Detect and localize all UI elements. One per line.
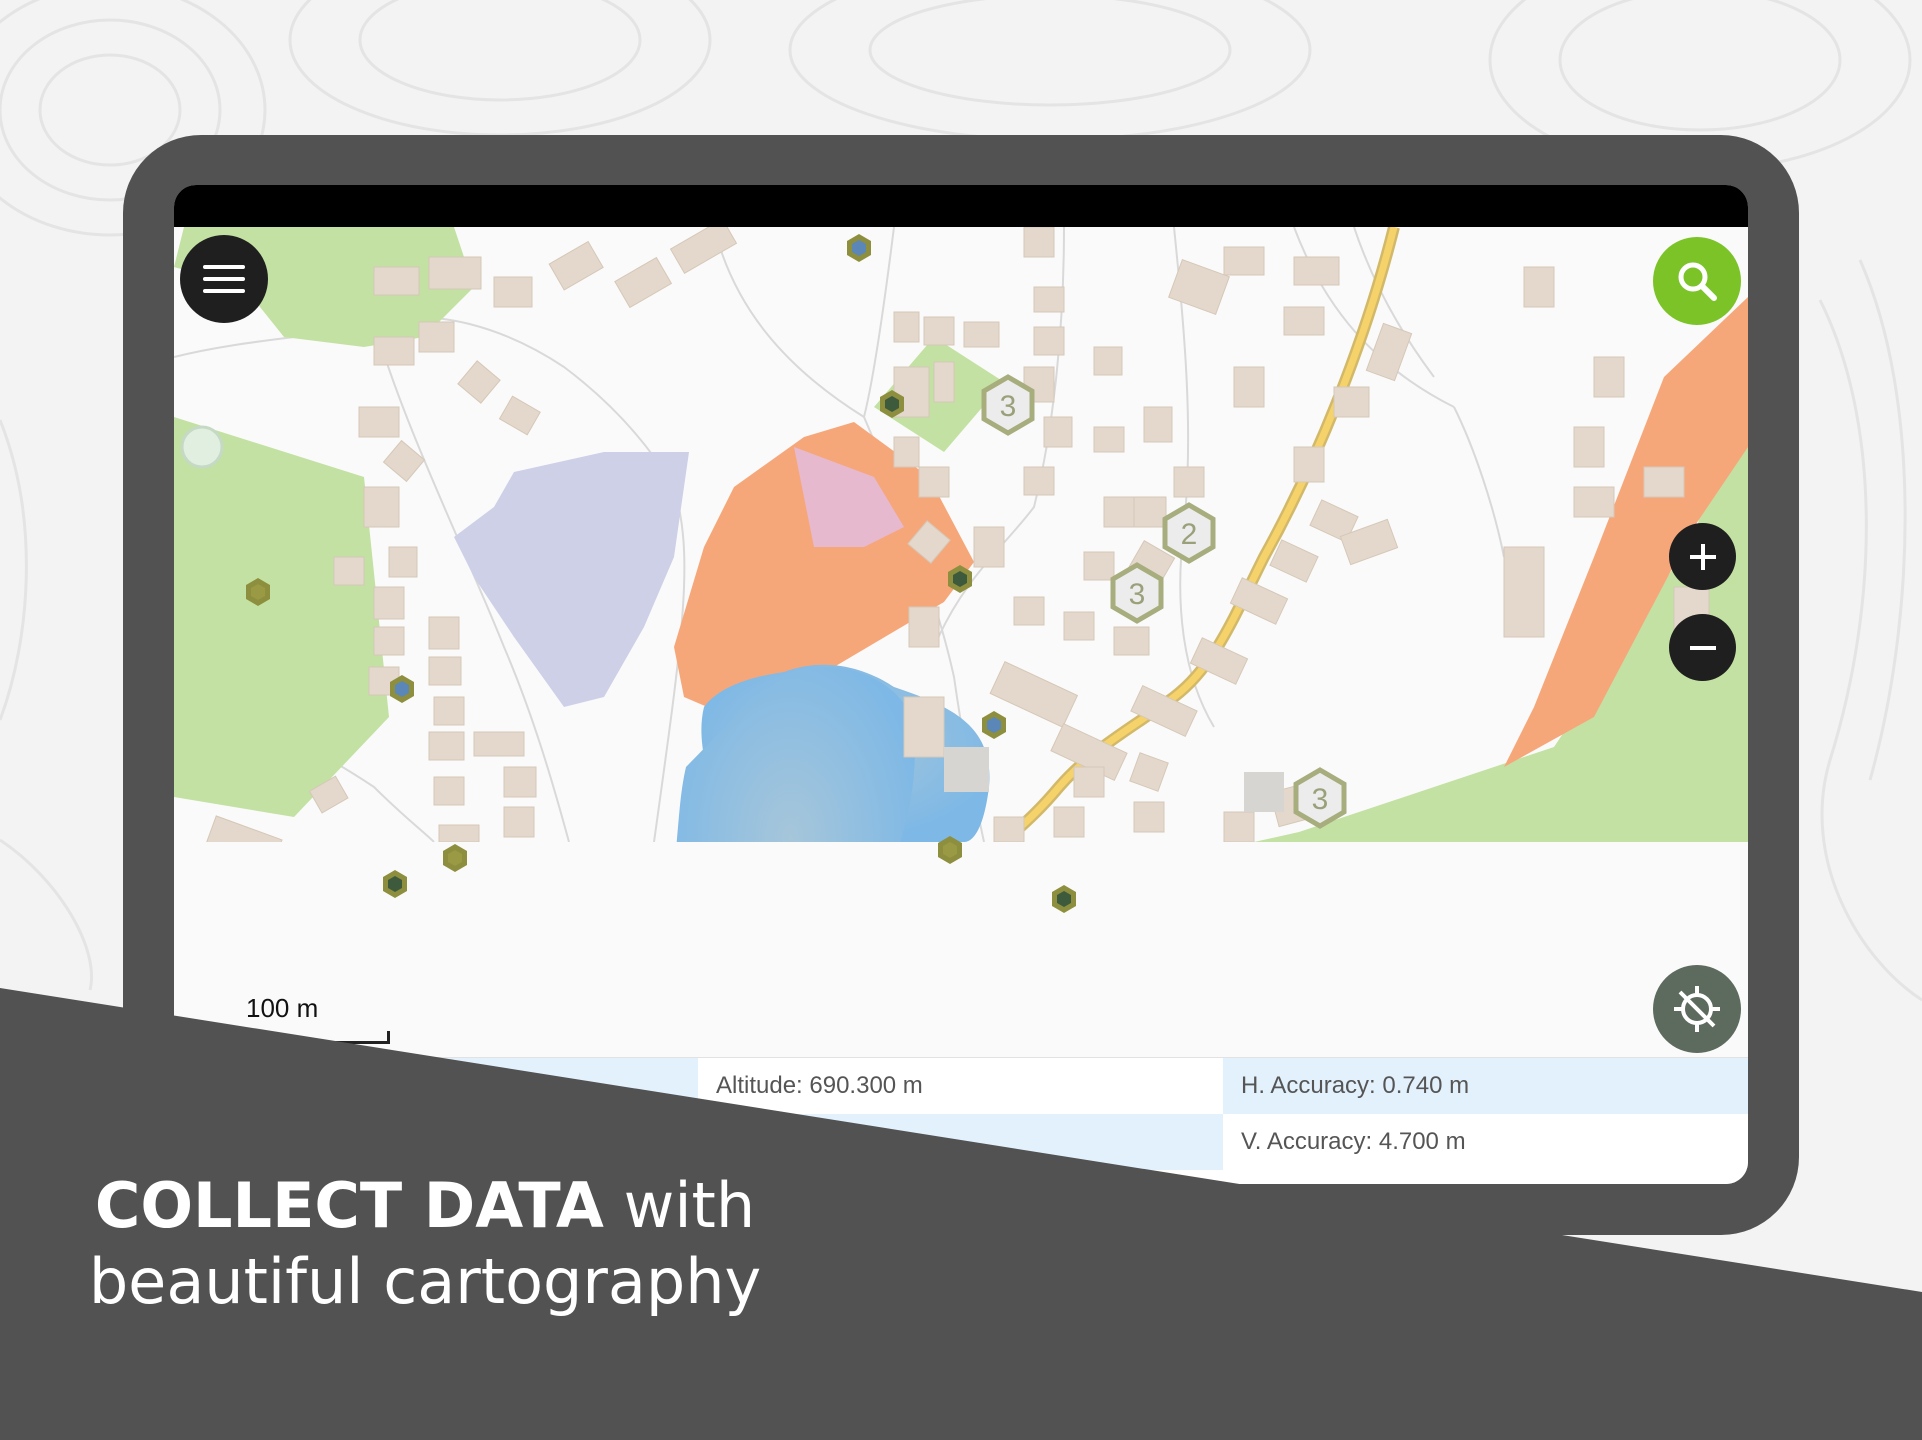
headline-bold-text: COLLECT DATA — [94, 1169, 604, 1242]
headline-line-1: COLLECT DATA with — [0, 1168, 850, 1244]
headline-line-2: beautiful cartography — [88, 1245, 762, 1318]
promo-headline: COLLECT DATA with beautiful cartography — [0, 1168, 850, 1320]
headline-rest-text: with — [603, 1169, 756, 1242]
